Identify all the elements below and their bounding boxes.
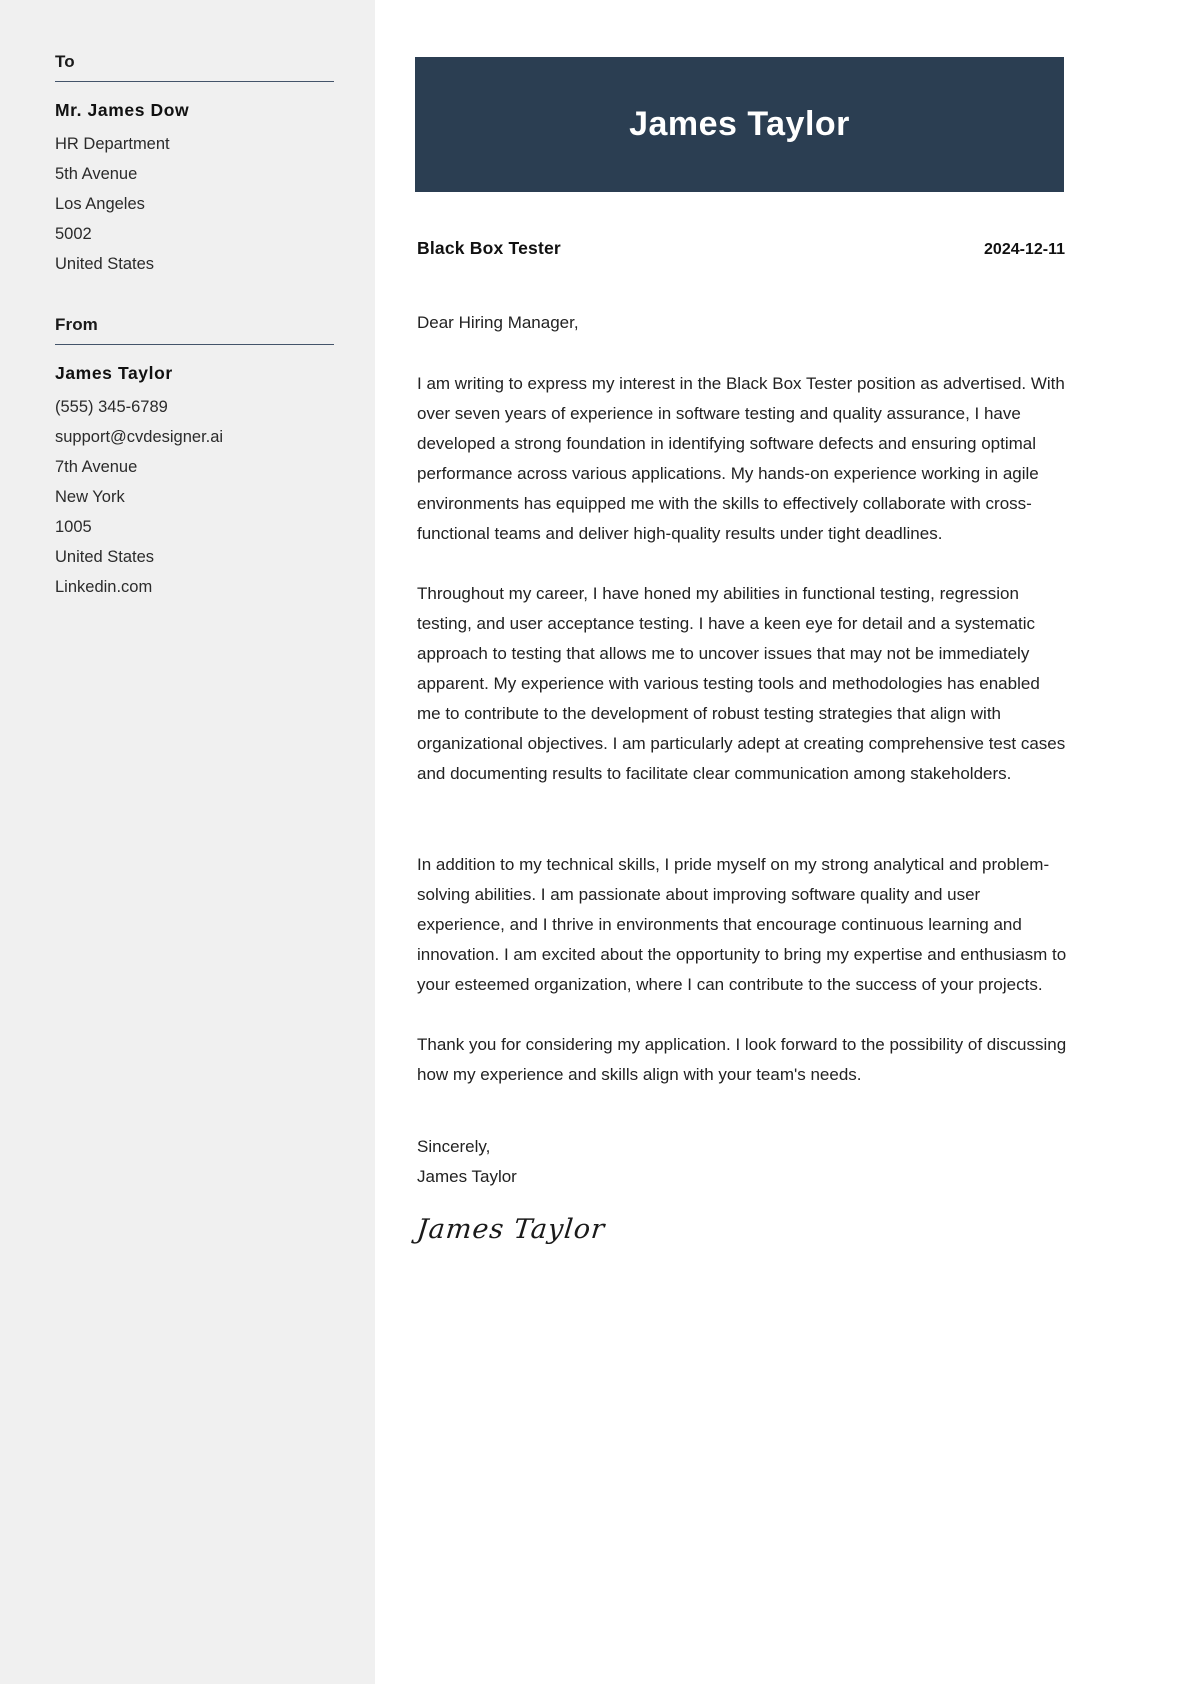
sender-line: New York bbox=[55, 488, 125, 506]
name-banner: James Taylor bbox=[415, 57, 1064, 192]
sender-linkedin: Linkedin.com bbox=[55, 578, 153, 596]
recipient-line: HR Department bbox=[55, 135, 170, 153]
letter-body: Dear Hiring Manager, I am writing to exp… bbox=[415, 308, 1067, 1245]
letter-area: James Taylor Black Box Tester 2024-12-11… bbox=[375, 0, 1200, 1684]
to-heading: To bbox=[55, 52, 75, 71]
title-date-row: Black Box Tester 2024-12-11 bbox=[417, 238, 1065, 259]
sender-name: James Taylor bbox=[55, 363, 173, 383]
sender-block: From James Taylor (555) 345-6789 support… bbox=[55, 315, 334, 602]
to-divider bbox=[55, 81, 334, 82]
closing-word: Sincerely, bbox=[417, 1137, 491, 1156]
sender-line: 1005 bbox=[55, 518, 92, 536]
closing-block: Sincerely, James Taylor bbox=[417, 1132, 1067, 1192]
body-paragraph: Thank you for considering my application… bbox=[417, 1035, 1067, 1084]
job-title: Black Box Tester bbox=[417, 238, 561, 258]
body-paragraph: In addition to my technical skills, I pr… bbox=[417, 855, 1067, 994]
sender-line: United States bbox=[55, 548, 155, 566]
recipient-block: To Mr. James Dow HR Department 5th Avenu… bbox=[55, 52, 334, 279]
sender-line: 7th Avenue bbox=[55, 458, 138, 476]
sender-email: support@cvdesigner.ai bbox=[55, 428, 224, 446]
recipient-line: United States bbox=[55, 255, 155, 273]
recipient-line: Los Angeles bbox=[55, 195, 145, 213]
recipient-line: 5002 bbox=[55, 225, 92, 243]
from-heading: From bbox=[55, 315, 98, 334]
sender-phone: (555) 345-6789 bbox=[55, 398, 168, 416]
banner-name: James Taylor bbox=[629, 105, 850, 143]
body-paragraph: I am writing to express my interest in t… bbox=[417, 374, 1065, 543]
letter-date: 2024-12-11 bbox=[984, 241, 1065, 258]
body-paragraph: Throughout my career, I have honed my ab… bbox=[417, 584, 1066, 783]
cover-letter-page: To Mr. James Dow HR Department 5th Avenu… bbox=[0, 0, 1200, 1684]
sidebar: To Mr. James Dow HR Department 5th Avenu… bbox=[0, 0, 375, 1684]
salutation: Dear Hiring Manager, bbox=[417, 313, 579, 332]
from-divider bbox=[55, 344, 334, 345]
handwritten-signature: James Taylor bbox=[415, 1214, 607, 1245]
recipient-name: Mr. James Dow bbox=[55, 100, 190, 120]
closing-name: James Taylor bbox=[417, 1167, 517, 1186]
recipient-line: 5th Avenue bbox=[55, 165, 138, 183]
